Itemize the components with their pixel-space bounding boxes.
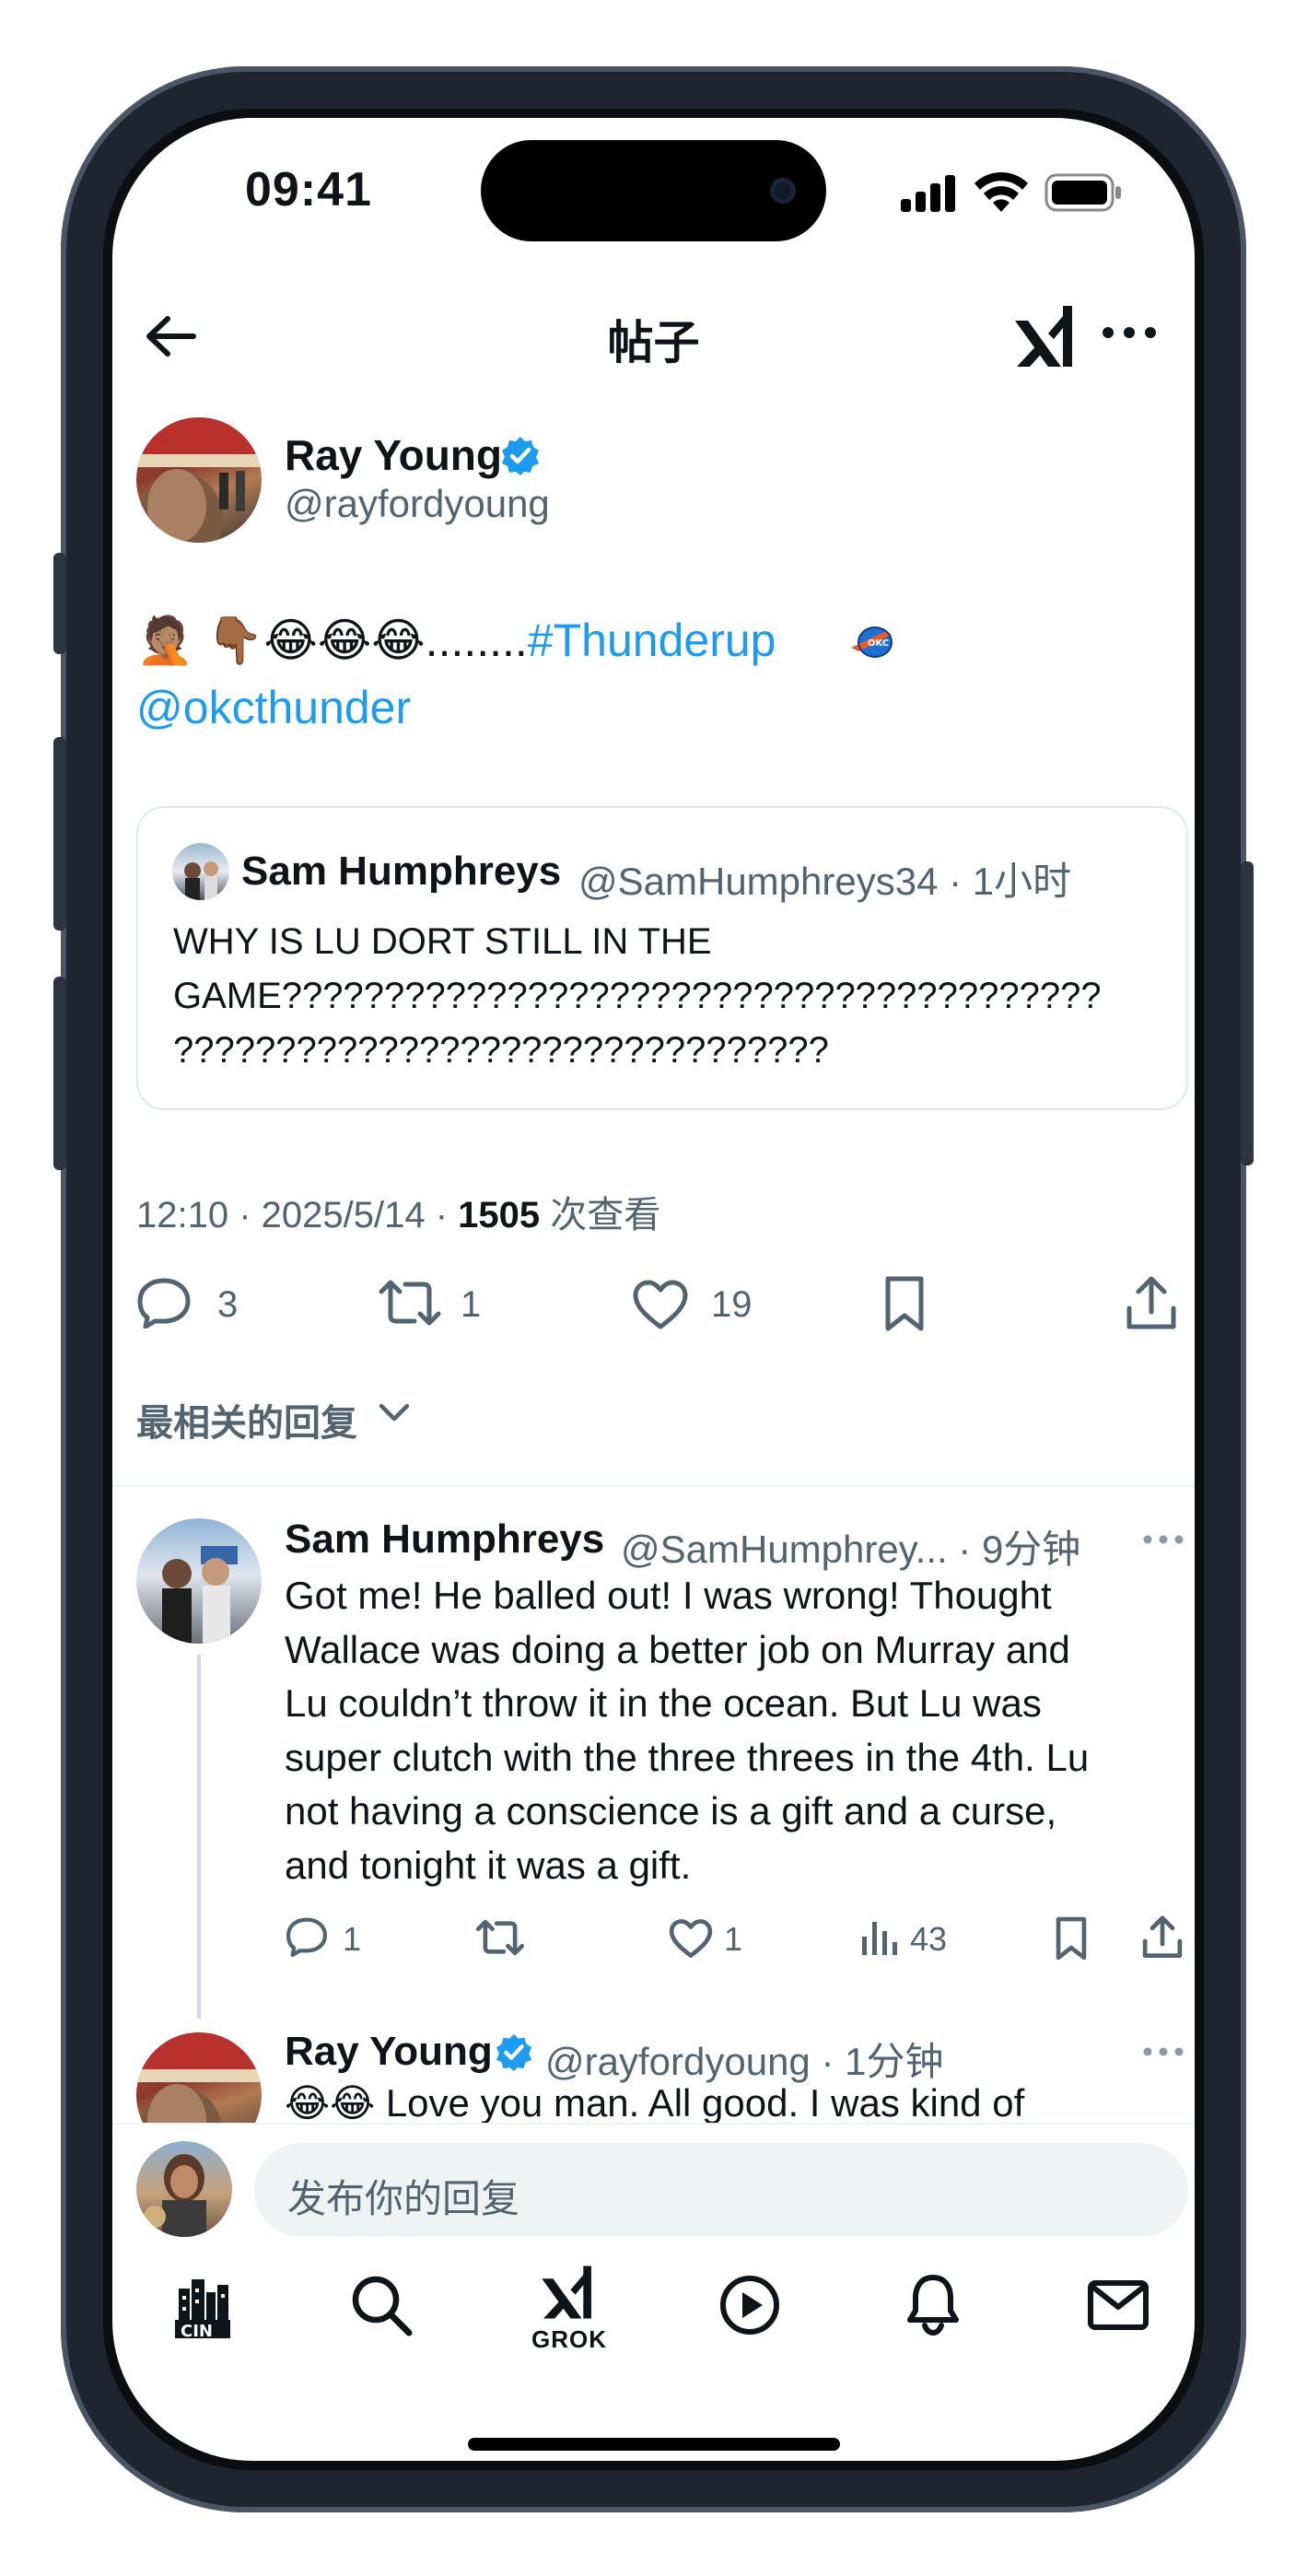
quoted-body: WHY IS LU DORT STILL IN THE GAME????????… bbox=[173, 915, 1102, 1078]
reply-repost-icon[interactable] bbox=[475, 1916, 525, 1959]
like-heart-icon[interactable] bbox=[632, 1279, 689, 1330]
grok-tab-icon[interactable] bbox=[534, 2263, 601, 2322]
post-body: 🤦🏽 👇🏾😂😂😂........#Thunderup bbox=[136, 613, 776, 668]
author-avatar[interactable] bbox=[136, 417, 262, 543]
views-count: 1505 bbox=[458, 1195, 541, 1235]
reply-line: Got me! He balled out! I was wrong! Thou… bbox=[285, 1574, 1052, 1617]
verified-badge-icon bbox=[495, 2032, 533, 2071]
page-title: 帖子 bbox=[607, 317, 700, 369]
reply-emoji: 😂😂 bbox=[285, 2081, 376, 2123]
bookmark-icon[interactable] bbox=[882, 1275, 927, 1332]
reply-line: not having a conscience is a gift and a … bbox=[285, 1789, 1057, 1833]
quoted-meta: @SamHumphreys34 · 1小时 bbox=[578, 860, 1072, 903]
thunder-hashflag-icon: OKC bbox=[849, 624, 895, 661]
like-count: 19 bbox=[711, 1284, 753, 1325]
svg-text:OKC: OKC bbox=[868, 638, 889, 649]
video-play-icon[interactable] bbox=[718, 2274, 781, 2336]
battery-icon bbox=[1044, 173, 1122, 212]
wifi-icon bbox=[974, 171, 1028, 212]
reply-input-placeholder: 发布你的回复 bbox=[287, 2177, 520, 2220]
grok-tab-label[interactable]: GROK bbox=[531, 2325, 607, 2354]
reply-meta: @rayfordyoung · 1分钟 bbox=[545, 2040, 944, 2083]
svg-text:CIN: CIN bbox=[181, 2322, 213, 2338]
reply-views-icon[interactable] bbox=[860, 1916, 901, 1957]
post-dots: ........ bbox=[425, 615, 528, 666]
notifications-bell-icon[interactable] bbox=[904, 2272, 962, 2336]
author-name[interactable]: Ray Young bbox=[285, 430, 502, 480]
replies-sort-label: 最相关的回复 bbox=[136, 1403, 357, 1444]
views-label: 次查看 bbox=[540, 1195, 661, 1235]
reply-reply-icon[interactable] bbox=[286, 1916, 328, 1957]
reply-line: Wallace was doing a better job on Murray… bbox=[285, 1627, 1070, 1671]
action-button bbox=[53, 553, 66, 654]
reply-share-icon[interactable] bbox=[1142, 1914, 1183, 1961]
quoted-line: ???????????????????????????????? bbox=[173, 1030, 829, 1071]
post-emoji: 🤦🏽 👇🏾😂😂😂 bbox=[136, 615, 426, 666]
reply-more-icon[interactable] bbox=[1142, 2046, 1184, 2057]
reply-icon[interactable] bbox=[136, 1277, 192, 1329]
power-button bbox=[1241, 861, 1254, 1165]
reply-like-icon[interactable] bbox=[669, 1918, 713, 1959]
author-handle[interactable]: @rayfordyoung bbox=[285, 482, 550, 526]
reply-count: 3 bbox=[217, 1284, 239, 1325]
verified-badge-icon bbox=[500, 435, 541, 475]
status-time: 09:41 bbox=[245, 163, 372, 217]
thread-line bbox=[197, 1655, 201, 2019]
section-divider bbox=[112, 1485, 1195, 1487]
replies-sort-dropdown[interactable]: 最相关的回复 bbox=[136, 1393, 357, 1446]
reply-text: Love you man. All good. I was kind of bbox=[375, 2081, 1025, 2123]
volume-up-button bbox=[53, 737, 66, 931]
reply-line: Lu couldn’t throw it in the ocean. But L… bbox=[285, 1681, 1042, 1726]
quoted-author-avatar bbox=[172, 843, 229, 900]
repost-count: 1 bbox=[461, 1284, 482, 1325]
repost-icon[interactable] bbox=[378, 1275, 442, 1330]
chevron-down-icon[interactable] bbox=[378, 1400, 411, 1424]
messages-mail-icon[interactable] bbox=[1087, 2279, 1149, 2331]
reply-input[interactable]: 发布你的回复 bbox=[254, 2143, 1188, 2237]
my-avatar[interactable] bbox=[136, 2141, 232, 2237]
reply-like-count: 1 bbox=[724, 1920, 743, 1958]
post-timestamp: 12:10 · 2025/5/14 · bbox=[136, 1195, 459, 1235]
quoted-line: GAME????????????????????????????????????… bbox=[173, 976, 1102, 1016]
reply-bookmark-icon[interactable] bbox=[1054, 1916, 1089, 1961]
reply-views-count: 43 bbox=[910, 1920, 948, 1958]
reply-line: super clutch with the three threes in th… bbox=[285, 1735, 1090, 1779]
reply-author-avatar[interactable] bbox=[136, 1518, 262, 1644]
reply-author-name[interactable]: Ray Young bbox=[285, 2029, 493, 2075]
post-timestamp-views: 12:10 · 2025/5/14 · 1505 次查看 bbox=[136, 1185, 660, 1238]
mention-link[interactable]: @okcthunder bbox=[136, 681, 411, 734]
reply-reply-count: 1 bbox=[343, 1920, 362, 1958]
quoted-line: WHY IS LU DORT STILL IN THE bbox=[173, 921, 712, 962]
hashtag-link[interactable]: #Thunderup bbox=[528, 615, 776, 666]
reply-author-name[interactable]: Sam Humphreys bbox=[285, 1516, 604, 1563]
grok-icon[interactable] bbox=[1011, 302, 1078, 370]
reply-line: 😂😂 Love you man. All good. I was kind of bbox=[285, 2080, 1024, 2123]
reply-2-clip: Ray Young @rayfordyoung · 1分钟 😂😂 Love yo… bbox=[112, 2018, 1195, 2123]
home-icon[interactable]: CIN bbox=[173, 2276, 232, 2338]
reply-author-avatar[interactable] bbox=[136, 2032, 262, 2123]
front-camera bbox=[770, 178, 796, 204]
reply-line: and tonight it was a gift. bbox=[285, 1843, 692, 1887]
reply-more-icon[interactable] bbox=[1142, 1534, 1184, 1545]
more-options-icon[interactable] bbox=[1102, 326, 1157, 339]
share-icon[interactable] bbox=[1126, 1275, 1177, 1332]
quoted-author-name: Sam Humphreys bbox=[241, 849, 562, 894]
cellular-signal-icon bbox=[901, 175, 958, 212]
reply-body: Got me! He balled out! I was wrong! Thou… bbox=[285, 1569, 1089, 1893]
reply-meta: @SamHumphrey... · 9分钟 bbox=[621, 1528, 1081, 1571]
volume-down-button bbox=[53, 977, 66, 1170]
composer-divider bbox=[112, 2123, 1195, 2125]
home-indicator[interactable] bbox=[468, 2438, 840, 2451]
search-icon[interactable] bbox=[350, 2274, 413, 2336]
